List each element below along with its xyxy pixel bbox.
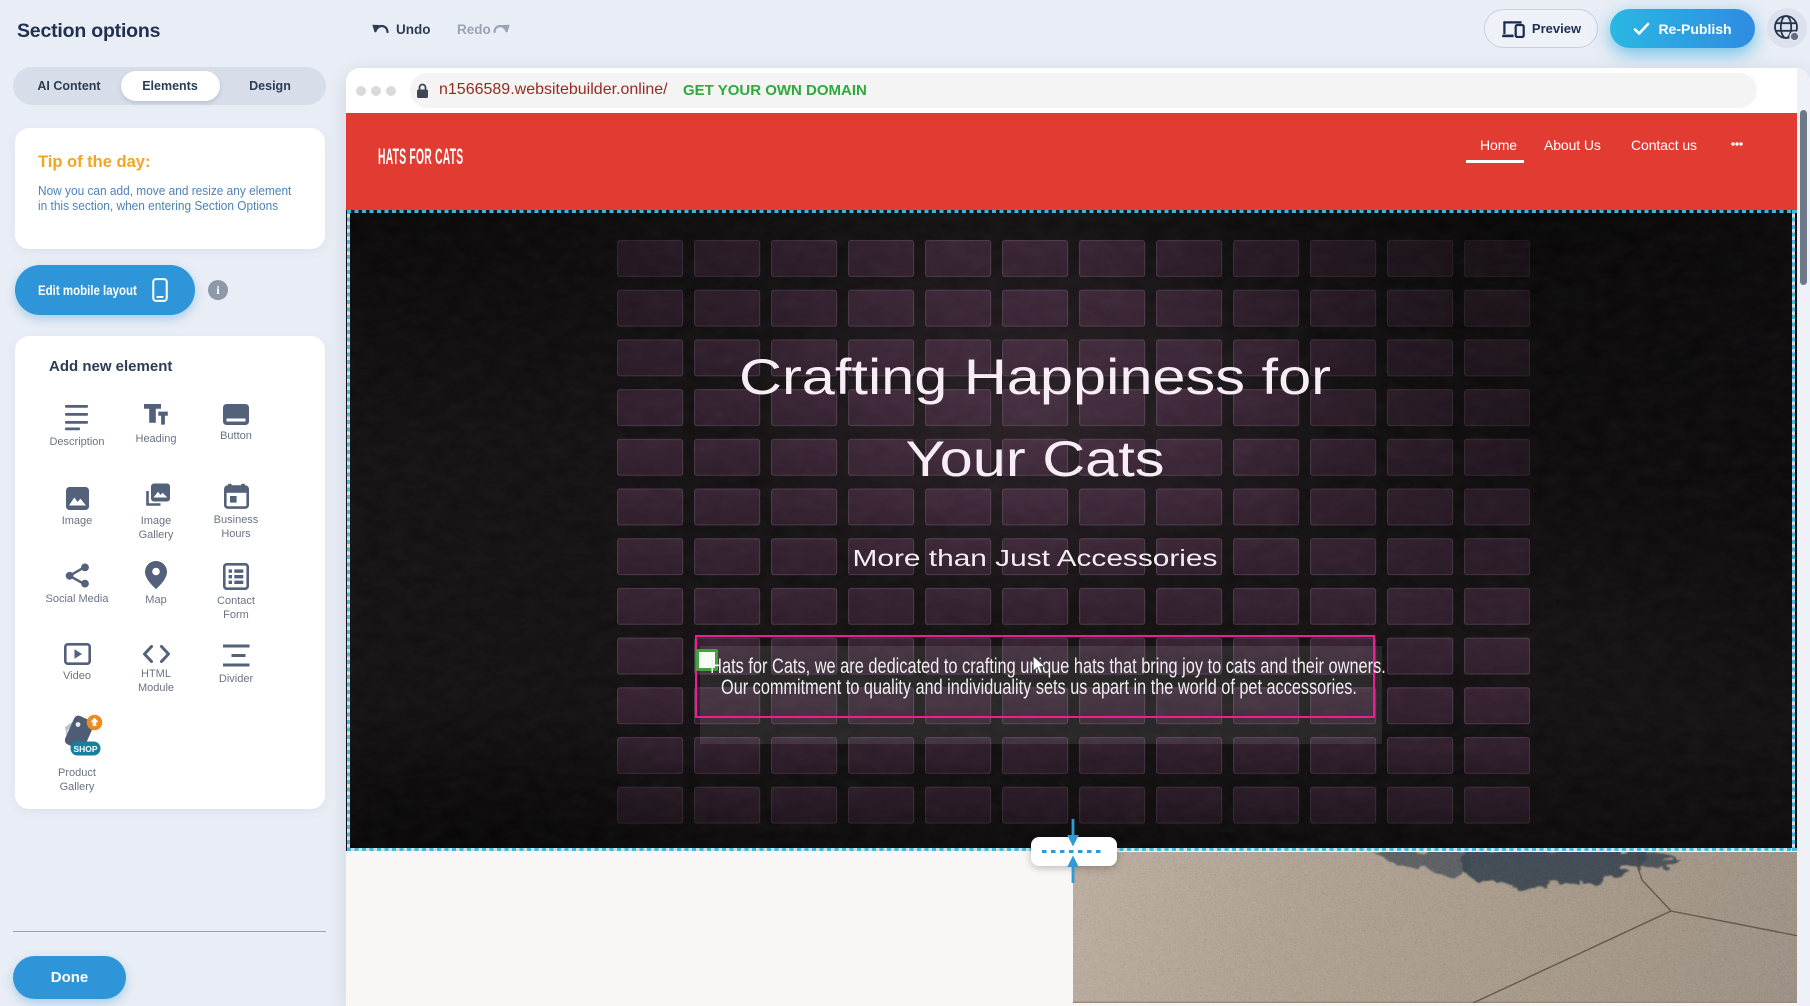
- svg-text:SHOP: SHOP: [73, 744, 97, 754]
